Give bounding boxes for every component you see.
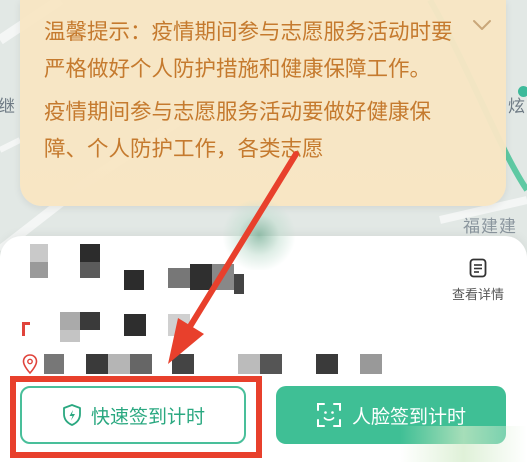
face-checkin-label: 人脸签到计时 — [351, 405, 466, 428]
map-label-west: 继 — [0, 97, 15, 117]
checkin-panel: 查看详情 快速签到计时 人脸签到计时 — [0, 236, 527, 462]
document-icon — [469, 258, 487, 278]
map-label-road: 福建建 — [463, 217, 517, 237]
quick-checkin-label: 快速签到计时 — [90, 405, 205, 428]
view-details-label: 查看详情 — [451, 288, 504, 303]
map-marker-dot — [518, 86, 527, 97]
face-checkin-button[interactable]: 人脸签到计时 — [276, 386, 506, 444]
view-details-button[interactable]: 查看详情 — [445, 258, 511, 314]
shield-bolt-icon — [63, 404, 81, 426]
tip-paragraph-1: 温馨提示：疫情期间参与志愿服务活动时要严格做好个人防护措施和健康保障工作。 — [44, 20, 453, 82]
warm-tip-card[interactable]: 温馨提示：疫情期间参与志愿服务活动时要严格做好个人防护措施和健康保障工作。 疫情… — [20, 0, 506, 206]
chevron-down-icon[interactable] — [472, 18, 492, 32]
face-scan-icon — [316, 403, 341, 427]
location-pin-icon — [22, 354, 38, 374]
red-marker — [22, 322, 30, 336]
quick-checkin-button[interactable]: 快速签到计时 — [20, 386, 246, 444]
tip-fade-overlay — [20, 156, 506, 206]
